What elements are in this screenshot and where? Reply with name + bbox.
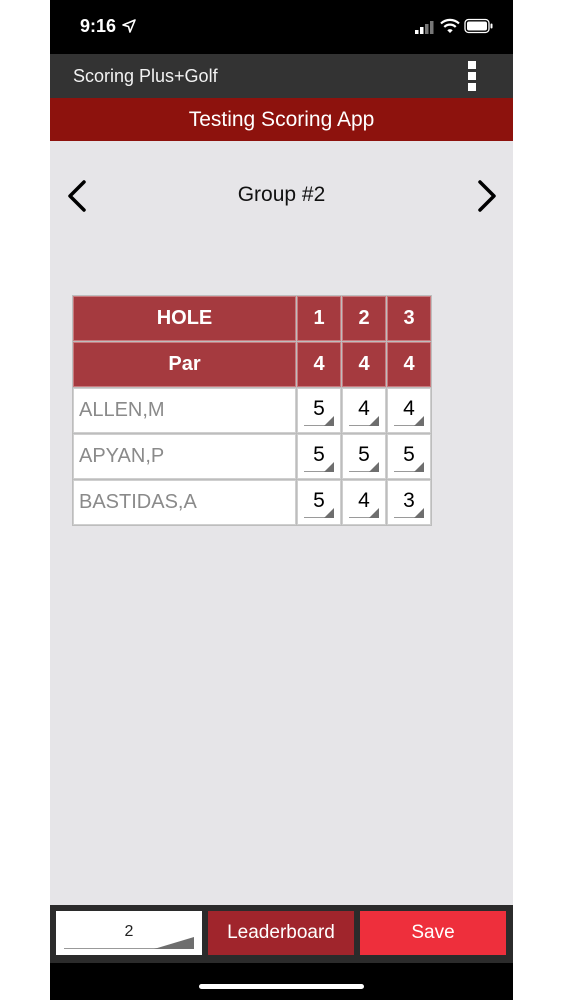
bottom-toolbar: 2 Leaderboard Save: [50, 905, 513, 963]
score-select[interactable]: 4: [342, 388, 386, 433]
dropdown-corner-icon: [369, 416, 379, 426]
player-row: BASTIDAS,A 5 4 3: [73, 480, 431, 525]
home-indicator[interactable]: [199, 984, 364, 989]
overflow-menu-icon[interactable]: [466, 58, 478, 94]
player-name: BASTIDAS,A: [73, 480, 296, 525]
dropdown-corner-icon: [414, 462, 424, 472]
player-name: ALLEN,M: [73, 388, 296, 433]
dropdown-corner-icon: [414, 416, 424, 426]
dropdown-corner-icon: [369, 508, 379, 518]
leaderboard-button[interactable]: Leaderboard: [208, 911, 354, 955]
player-name: APYAN,P: [73, 434, 296, 479]
score-select[interactable]: 4: [387, 388, 431, 433]
par-value: 4: [342, 342, 386, 387]
hole-number: 2: [342, 296, 386, 341]
hole-header-label: HOLE: [73, 296, 296, 341]
score-select[interactable]: 5: [342, 434, 386, 479]
hole-number: 3: [387, 296, 431, 341]
scorecard-table: HOLE 1 2 3 Par 4 4 4 ALLEN,M 5 4 4 APYAN…: [72, 295, 432, 526]
home-indicator-area: [50, 963, 513, 1000]
dropdown-corner-icon: [414, 508, 424, 518]
player-row: APYAN,P 5 5 5: [73, 434, 431, 479]
dropdown-corner-icon: [324, 416, 334, 426]
phone-screen: 9:16 Scoring Plus+Golf Testing Scoring A…: [50, 0, 513, 1000]
wifi-icon: [440, 18, 460, 33]
group-title: Group #2: [237, 183, 326, 206]
status-bar: 9:16: [50, 0, 513, 54]
event-banner: Testing Scoring App: [50, 98, 513, 141]
player-row: ALLEN,M 5 4 4: [73, 388, 431, 433]
status-time: 9:16: [80, 16, 117, 36]
par-header-label: Par: [73, 342, 296, 387]
score-select[interactable]: 5: [297, 434, 341, 479]
score-select[interactable]: 4: [342, 480, 386, 525]
save-button[interactable]: Save: [360, 911, 506, 955]
hole-select[interactable]: 2: [56, 911, 202, 955]
par-value: 4: [297, 342, 341, 387]
chevron-right-icon[interactable]: [474, 178, 500, 214]
hole-row: HOLE 1 2 3: [73, 296, 431, 341]
dropdown-corner-icon: [369, 462, 379, 472]
score-select[interactable]: 5: [297, 388, 341, 433]
dropdown-corner-icon: [154, 937, 194, 949]
app-bar: Scoring Plus+Golf: [50, 54, 513, 98]
battery-icon: [464, 18, 493, 34]
score-select[interactable]: 3: [387, 480, 431, 525]
group-navigator: Group #2: [50, 170, 513, 220]
score-select[interactable]: 5: [297, 480, 341, 525]
par-value: 4: [387, 342, 431, 387]
hole-number: 1: [297, 296, 341, 341]
par-row: Par 4 4 4: [73, 342, 431, 387]
score-select[interactable]: 5: [387, 434, 431, 479]
cellular-signal-icon: [415, 21, 434, 34]
dropdown-corner-icon: [324, 508, 334, 518]
app-title: Scoring Plus+Golf: [73, 66, 218, 86]
dropdown-corner-icon: [324, 462, 334, 472]
location-arrow-icon: [122, 19, 136, 33]
